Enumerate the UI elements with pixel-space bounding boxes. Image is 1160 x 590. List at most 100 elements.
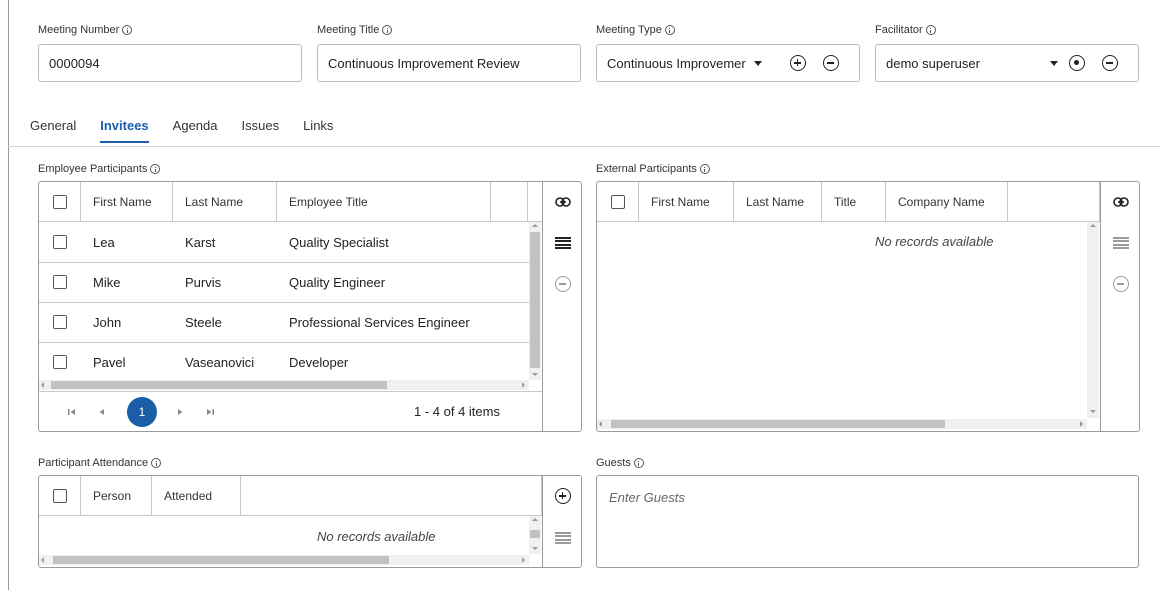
scroll-right-icon[interactable] bbox=[522, 382, 525, 388]
scroll-right-icon[interactable] bbox=[1080, 421, 1083, 427]
column-header-employee-title[interactable]: Employee Title bbox=[277, 182, 491, 222]
info-icon bbox=[699, 164, 710, 174]
last-page-icon[interactable] bbox=[205, 407, 215, 417]
target-circle-icon[interactable] bbox=[1069, 55, 1085, 71]
tab-invitees[interactable]: Invitees bbox=[100, 118, 149, 143]
cell-employee-title: Professional Services Engineer bbox=[289, 314, 470, 330]
column-header-first-name[interactable]: First Name bbox=[81, 182, 173, 222]
guests-input[interactable]: Enter Guests bbox=[596, 475, 1139, 568]
meeting-type-select[interactable]: Continuous Improvemer bbox=[596, 44, 860, 82]
row-checkbox[interactable] bbox=[53, 275, 67, 289]
cell-first-name: Mike bbox=[93, 274, 121, 290]
row-select-cell bbox=[39, 222, 81, 262]
add-row-icon[interactable] bbox=[555, 488, 571, 504]
external-participants-label-text: External Participants bbox=[596, 163, 697, 175]
column-header-title[interactable]: Title bbox=[822, 182, 886, 222]
info-icon bbox=[925, 25, 936, 35]
select-all-checkbox[interactable] bbox=[52, 489, 67, 503]
table-row[interactable]: Mike Purvis Quality Engineer bbox=[39, 262, 529, 303]
cell-first-name: John bbox=[93, 314, 122, 330]
scroll-left-icon[interactable] bbox=[599, 421, 602, 427]
scroll-thumb[interactable] bbox=[530, 232, 540, 368]
column-header-attended[interactable]: Attended bbox=[152, 476, 241, 516]
remove-facilitator-icon[interactable] bbox=[1102, 55, 1118, 71]
horizontal-scrollbar[interactable] bbox=[597, 419, 1087, 429]
info-icon bbox=[151, 458, 162, 468]
grid-header: First Name Last Name Title Company Name bbox=[597, 182, 1100, 222]
vertical-scrollbar[interactable] bbox=[529, 516, 541, 554]
add-meeting-type-icon[interactable] bbox=[790, 55, 806, 71]
scroll-thumb[interactable] bbox=[611, 420, 945, 428]
remove-row-icon[interactable] bbox=[1113, 276, 1129, 292]
tab-issues[interactable]: Issues bbox=[242, 118, 280, 143]
tab-agenda[interactable]: Agenda bbox=[173, 118, 218, 143]
column-header-first-name[interactable]: First Name bbox=[639, 182, 734, 222]
meeting-type-label: Meeting Type bbox=[596, 24, 675, 36]
table-row[interactable]: Lea Karst Quality Specialist bbox=[39, 222, 529, 263]
meeting-title-field[interactable]: Continuous Improvement Review bbox=[317, 44, 581, 82]
previous-page-icon[interactable] bbox=[97, 407, 107, 417]
first-page-icon[interactable] bbox=[67, 407, 77, 417]
empty-message: No records available bbox=[875, 234, 994, 249]
scroll-thumb[interactable] bbox=[53, 556, 389, 564]
remove-row-icon[interactable] bbox=[555, 276, 571, 292]
column-header-last-name[interactable]: Last Name bbox=[734, 182, 822, 222]
tab-divider bbox=[8, 146, 1160, 147]
row-checkbox[interactable] bbox=[53, 315, 67, 329]
scroll-thumb[interactable] bbox=[530, 530, 540, 538]
participant-attendance-label: Participant Attendance bbox=[38, 457, 162, 469]
row-checkbox[interactable] bbox=[53, 355, 67, 369]
select-all-checkbox[interactable] bbox=[610, 195, 625, 209]
meeting-number-label: Meeting Number bbox=[38, 24, 133, 36]
meeting-title-label-text: Meeting Title bbox=[317, 24, 380, 36]
column-header-spacer bbox=[241, 476, 542, 516]
grid-header: Person Attended bbox=[39, 476, 542, 516]
cell-employee-title: Developer bbox=[289, 354, 349, 370]
select-all-checkbox[interactable] bbox=[52, 195, 67, 209]
employee-participants-grid: First Name Last Name Employee Title Lea … bbox=[38, 181, 582, 432]
column-header-last-name[interactable]: Last Name bbox=[173, 182, 277, 222]
page-number-button[interactable]: 1 bbox=[127, 397, 157, 427]
tab-general[interactable]: General bbox=[30, 118, 76, 143]
lines-icon[interactable] bbox=[555, 532, 571, 544]
link-icon[interactable] bbox=[555, 197, 571, 207]
column-header-company-name[interactable]: Company Name bbox=[886, 182, 1008, 222]
scroll-left-icon[interactable] bbox=[41, 557, 44, 563]
horizontal-scrollbar[interactable] bbox=[39, 380, 529, 390]
lines-icon[interactable] bbox=[555, 237, 571, 249]
scroll-left-icon[interactable] bbox=[41, 382, 44, 388]
facilitator-select[interactable]: demo superuser bbox=[875, 44, 1139, 82]
horizontal-scrollbar[interactable] bbox=[39, 555, 529, 565]
scroll-down-icon[interactable] bbox=[532, 547, 538, 550]
info-icon bbox=[122, 25, 133, 35]
row-select-cell bbox=[39, 342, 81, 382]
column-header-person[interactable]: Person bbox=[81, 476, 152, 516]
vertical-scrollbar[interactable] bbox=[1087, 222, 1099, 418]
link-icon[interactable] bbox=[1113, 197, 1129, 207]
scroll-down-icon[interactable] bbox=[532, 373, 538, 376]
meeting-title-value: Continuous Improvement Review bbox=[328, 55, 520, 71]
meeting-number-value: 0000094 bbox=[49, 55, 100, 71]
next-page-icon[interactable] bbox=[175, 407, 185, 417]
row-checkbox[interactable] bbox=[53, 235, 67, 249]
remove-meeting-type-icon[interactable] bbox=[823, 55, 839, 71]
scroll-up-icon[interactable] bbox=[532, 518, 538, 521]
pager-summary: 1 - 4 of 4 items bbox=[414, 404, 500, 419]
column-header-spacer bbox=[491, 182, 528, 222]
table-row[interactable]: John Steele Professional Services Engine… bbox=[39, 302, 529, 343]
scroll-thumb[interactable] bbox=[51, 381, 387, 389]
scroll-up-icon[interactable] bbox=[1090, 224, 1096, 227]
facilitator-value: demo superuser bbox=[886, 55, 980, 71]
cell-last-name: Purvis bbox=[185, 274, 222, 290]
lines-icon[interactable] bbox=[1113, 237, 1129, 249]
tab-links[interactable]: Links bbox=[303, 118, 333, 143]
scroll-right-icon[interactable] bbox=[522, 557, 525, 563]
meeting-number-field[interactable]: 0000094 bbox=[38, 44, 302, 82]
participant-attendance-grid: Person Attended No records available bbox=[38, 475, 582, 568]
scroll-down-icon[interactable] bbox=[1090, 410, 1096, 413]
grid-header: First Name Last Name Employee Title bbox=[39, 182, 542, 222]
cell-last-name: Karst bbox=[185, 234, 216, 250]
vertical-scrollbar[interactable] bbox=[529, 222, 541, 380]
scroll-up-icon[interactable] bbox=[532, 224, 538, 227]
table-row[interactable]: Pavel Vaseanovici Developer bbox=[39, 342, 529, 382]
